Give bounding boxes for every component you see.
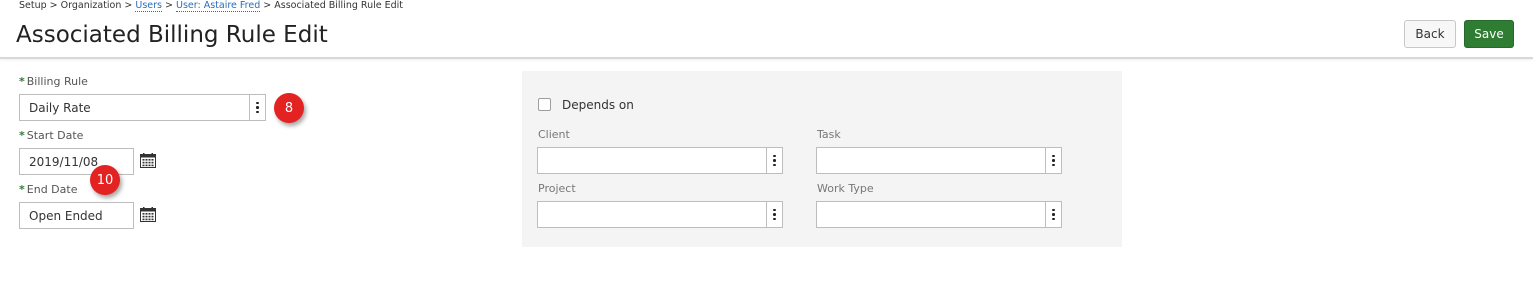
calendar-icon[interactable] xyxy=(140,153,156,168)
work-type-label: Work Type xyxy=(817,182,874,195)
billing-rule-label-text: Billing Rule xyxy=(26,75,88,88)
task-lookup-button[interactable] xyxy=(1045,147,1062,174)
required-marker: * xyxy=(19,183,25,196)
back-button[interactable]: Back xyxy=(1404,20,1456,48)
breadcrumb-organization: Organization xyxy=(60,0,122,11)
client-label: Client xyxy=(538,128,570,141)
start-date-label-text: Start Date xyxy=(26,129,84,142)
breadcrumb: Setup > Organization > Users > User: Ast… xyxy=(19,0,404,12)
depends-on-label: Depends on xyxy=(562,98,634,112)
required-marker: * xyxy=(19,129,25,142)
end-date-value: Open Ended xyxy=(29,208,103,223)
breadcrumb-separator: > xyxy=(46,0,61,11)
breadcrumb-separator: > xyxy=(260,0,275,11)
start-date-value: 2019/11/08 xyxy=(29,154,99,169)
annotation-badge: 8 xyxy=(274,93,304,123)
breadcrumb-current: Associated Billing Rule Edit xyxy=(274,0,404,11)
billing-rule-lookup-button[interactable] xyxy=(249,94,266,121)
end-date-label: * End Date xyxy=(19,183,77,196)
task-label: Task xyxy=(817,128,841,141)
start-date-label: * Start Date xyxy=(19,129,83,142)
billing-rule-field[interactable]: Daily Rate xyxy=(19,94,250,121)
billing-rule-label: * Billing Rule xyxy=(19,75,88,88)
more-vertical-icon xyxy=(773,154,776,167)
billing-rule-value: Daily Rate xyxy=(29,100,91,115)
breadcrumb-separator: > xyxy=(121,0,136,11)
page-title: Associated Billing Rule Edit xyxy=(16,22,328,48)
breadcrumb-user-link[interactable]: User: Astaire Fred xyxy=(176,0,261,12)
annotation-badge: 10 xyxy=(90,165,120,195)
end-date-label-text: End Date xyxy=(26,183,78,196)
more-vertical-icon xyxy=(773,208,776,221)
work-type-field[interactable] xyxy=(816,201,1046,228)
breadcrumb-users-link[interactable]: Users xyxy=(135,0,162,12)
required-marker: * xyxy=(19,75,25,88)
client-field[interactable] xyxy=(537,147,767,174)
project-field[interactable] xyxy=(537,201,767,228)
more-vertical-icon xyxy=(256,101,259,114)
calendar-icon[interactable] xyxy=(140,207,156,222)
end-date-field[interactable]: Open Ended xyxy=(19,202,134,229)
breadcrumb-setup: Setup xyxy=(19,0,47,11)
task-field[interactable] xyxy=(816,147,1046,174)
more-vertical-icon xyxy=(1052,154,1055,167)
work-type-lookup-button[interactable] xyxy=(1045,201,1062,228)
save-button[interactable]: Save xyxy=(1464,20,1514,48)
client-lookup-button[interactable] xyxy=(766,147,783,174)
breadcrumb-separator: > xyxy=(162,0,176,11)
more-vertical-icon xyxy=(1052,208,1055,221)
depends-on-checkbox[interactable] xyxy=(538,98,551,111)
header-divider xyxy=(0,57,1533,59)
project-label: Project xyxy=(538,182,576,195)
project-lookup-button[interactable] xyxy=(766,201,783,228)
